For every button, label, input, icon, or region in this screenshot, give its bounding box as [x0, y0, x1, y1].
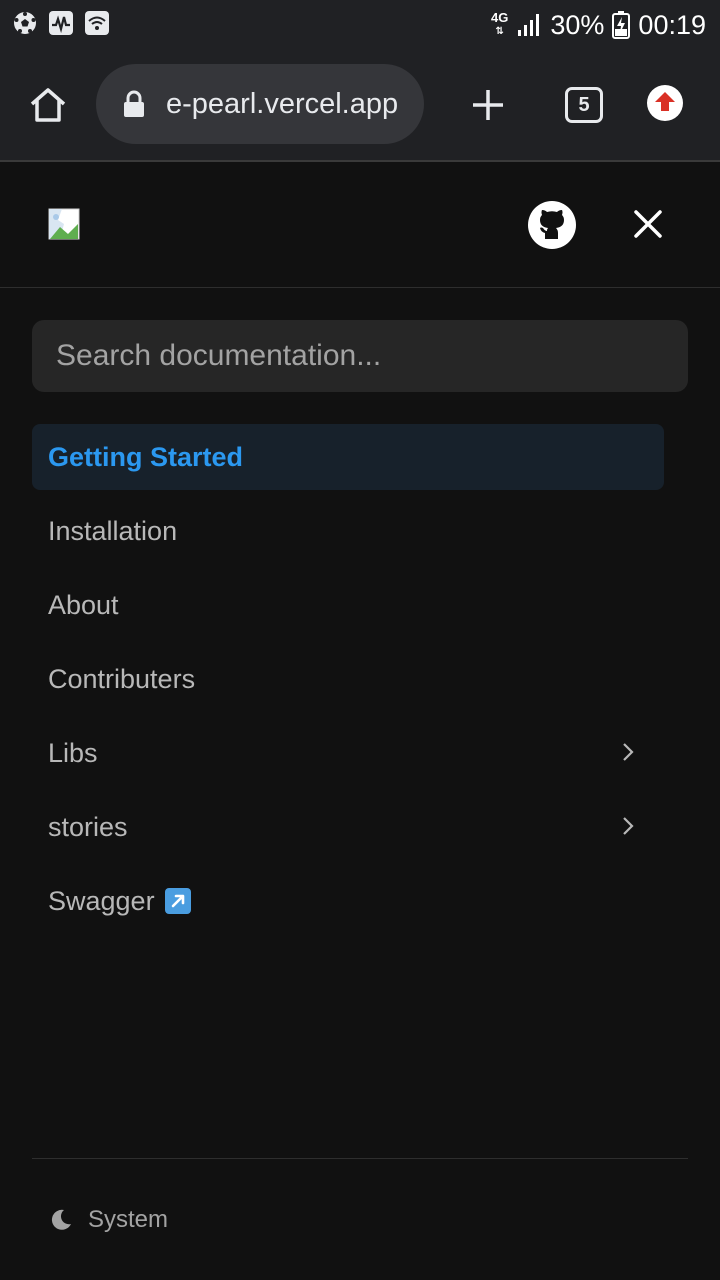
- tabs-icon: 5: [565, 87, 603, 123]
- nav-item-label: About: [48, 589, 119, 620]
- github-icon: [528, 201, 576, 249]
- nav-item-label: Swagger: [48, 885, 155, 916]
- chevron-right-icon: [623, 743, 634, 761]
- broken-image-icon[interactable]: [48, 208, 80, 240]
- sidebar-nav: Getting Started Installation About Contr…: [32, 424, 664, 942]
- nav-item-swagger[interactable]: Swagger: [32, 868, 664, 934]
- search-input[interactable]: [56, 339, 688, 373]
- address-bar[interactable]: e-pearl.vercel.app: [96, 64, 424, 144]
- nav-item-getting-started[interactable]: Getting Started: [32, 424, 664, 490]
- url-text: e-pearl.vercel.app: [166, 88, 399, 120]
- external-link-icon: [164, 888, 191, 914]
- status-bar: 4G ⇅ 30% 00:19: [0, 0, 720, 50]
- nav-item-about[interactable]: About: [32, 572, 664, 638]
- nav-item-installation[interactable]: Installation: [32, 498, 664, 564]
- signal-icon: [518, 14, 540, 36]
- browser-toolbar: e-pearl.vercel.app 5: [0, 50, 720, 162]
- nav-item-stories[interactable]: stories: [32, 794, 664, 860]
- home-icon: [30, 88, 66, 122]
- nav-item-label: Getting Started: [48, 441, 244, 472]
- home-button[interactable]: [24, 81, 72, 129]
- theme-label: System: [88, 1206, 169, 1233]
- chevron-right-icon: [623, 817, 634, 835]
- battery-percent: 30%: [550, 9, 605, 40]
- nav-item-contributers[interactable]: Contributers: [32, 646, 664, 712]
- nav-item-libs[interactable]: Libs: [32, 720, 664, 786]
- close-menu-button[interactable]: [626, 202, 670, 246]
- wifi-icon: [85, 11, 109, 35]
- nav-item-label: stories: [48, 811, 128, 842]
- update-button[interactable]: [640, 78, 690, 128]
- plus-icon: [473, 90, 503, 120]
- tab-switcher-button[interactable]: 5: [560, 81, 608, 129]
- activity-icon: [49, 11, 73, 35]
- moon-icon: [51, 1209, 71, 1230]
- theme-switch-button[interactable]: System: [48, 1200, 168, 1240]
- lock-icon: [124, 90, 144, 117]
- update-icon: [647, 85, 683, 121]
- site-header: [0, 162, 720, 288]
- nav-item-label: Contributers: [48, 663, 196, 694]
- new-tab-button[interactable]: [464, 81, 512, 129]
- close-icon: [634, 210, 662, 238]
- soccer-ball-icon: [14, 12, 36, 34]
- nav-item-label: Installation: [48, 515, 178, 546]
- clock: 00:19: [638, 9, 706, 40]
- footer-divider: [32, 1158, 688, 1159]
- battery-icon: [612, 11, 631, 39]
- search-box[interactable]: [32, 320, 688, 392]
- nav-item-label: Libs: [48, 737, 98, 768]
- network-type: 4G ⇅: [491, 10, 509, 37]
- github-link[interactable]: [527, 200, 577, 250]
